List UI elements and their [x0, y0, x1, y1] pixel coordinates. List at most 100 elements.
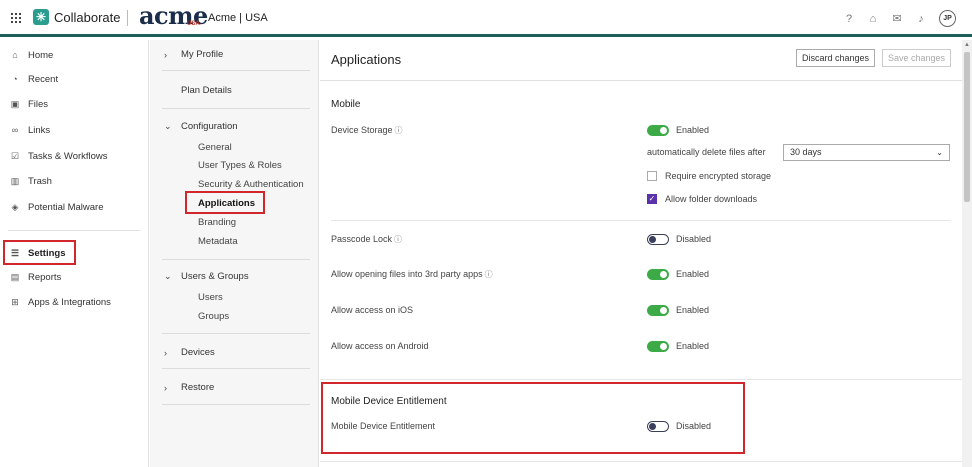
apps-icon: ⊞ [11, 297, 19, 307]
section-divider [320, 379, 962, 380]
nav-label: Home [28, 49, 54, 61]
toggle-knob [660, 343, 667, 350]
folder-icon: ▣ [10, 99, 20, 109]
subnav-my-profile[interactable]: › My Profile [164, 49, 223, 60]
save-changes-button[interactable]: Save changes [882, 49, 952, 67]
subnav-plan-details[interactable]: Plan Details [181, 85, 232, 96]
passcode-lock-toggle[interactable] [647, 234, 669, 245]
nav-item-reports[interactable]: ▤ Reports [9, 268, 62, 286]
subnav-divider [162, 368, 310, 369]
subnav-label: Devices [181, 347, 215, 358]
info-icon[interactable]: ⓘ [485, 270, 493, 279]
scrollbar[interactable]: ▲ [962, 40, 972, 467]
section-divider [320, 461, 962, 462]
applications-highlight-box [185, 191, 265, 214]
nav-label: Potential Malware [28, 201, 104, 213]
graduation-icon[interactable]: ⌂ [865, 11, 881, 27]
third-party-label: Allow opening files into 3rd party apps ⓘ [331, 269, 493, 280]
toggle-knob [660, 271, 667, 278]
third-party-toggle[interactable] [647, 269, 669, 280]
top-bar: ✳ Collaborate acme USA Acme | USA ? ⌂ ✉ … [0, 0, 972, 37]
settings-highlight-box [3, 240, 76, 265]
require-encrypted-label: Require encrypted storage [665, 171, 772, 181]
subnav-security[interactable]: Security & Authentication [198, 179, 304, 190]
subnav-user-types[interactable]: User Types & Roles [198, 160, 282, 171]
nav-label: Trash [28, 175, 52, 187]
org-name: Acme | USA [208, 12, 268, 24]
nav-item-tasks[interactable]: ☑ Tasks & Workflows [9, 147, 108, 165]
subnav-configuration[interactable]: ⌄ Configuration [164, 121, 238, 132]
subnav-divider [162, 404, 310, 405]
subnav-branding[interactable]: Branding [198, 217, 236, 228]
passcode-lock-label: Passcode Lock ⓘ [331, 234, 402, 245]
subnav-divider [162, 70, 310, 71]
ios-access-toggle[interactable] [647, 305, 669, 316]
subnav-general[interactable]: General [198, 142, 232, 153]
page-title: Applications [331, 52, 402, 67]
nav-label: Apps & Integrations [28, 296, 111, 308]
nav-item-links[interactable]: ∞ Links [9, 121, 50, 139]
scrollbar-thumb[interactable] [964, 52, 970, 202]
mde-highlight-box [321, 382, 745, 454]
subnav-label: Configuration [181, 121, 238, 132]
settings-subnav: › My Profile Plan Details ⌄ Configuration … [150, 40, 319, 467]
nav-item-apps[interactable]: ⊞ Apps & Integrations [9, 293, 111, 311]
app-name: Collaborate [54, 10, 121, 25]
subnav-divider [162, 108, 310, 109]
subnav-divider [162, 333, 310, 334]
subnav-groups[interactable]: Groups [198, 311, 229, 322]
android-access-label: Allow access on Android [331, 341, 429, 351]
nav-label: Files [28, 98, 49, 110]
discard-changes-button[interactable]: Discard changes [796, 49, 876, 67]
allow-folder-downloads-checkbox[interactable]: ✓ [647, 194, 657, 204]
android-access-toggle[interactable] [647, 341, 669, 352]
app-launcher-icon[interactable] [11, 13, 21, 23]
toggle-knob [649, 236, 656, 243]
passcode-lock-text: Passcode Lock [331, 234, 393, 244]
collaborate-logo-icon: ✳ [33, 9, 49, 25]
scroll-up-icon[interactable]: ▲ [964, 42, 970, 48]
subnav-label: Users & Groups [181, 271, 249, 282]
subnav-devices[interactable]: › Devices [164, 347, 215, 358]
chevron-down-icon: ⌄ [164, 271, 172, 281]
help-icon[interactable]: ? [841, 11, 857, 27]
ios-access-state: Enabled [676, 305, 710, 315]
third-party-state: Enabled [676, 269, 710, 279]
passcode-lock-state: Disabled [676, 234, 712, 244]
subnav-divider [162, 259, 310, 260]
brand-logo-sub: USA [187, 21, 200, 27]
nav-item-home[interactable]: ⌂ Home [9, 46, 53, 64]
toggle-knob [660, 307, 667, 314]
title-divider [320, 80, 962, 81]
nav-item-files[interactable]: ▣ Files [9, 95, 48, 113]
nav-item-recent[interactable]: ◔ Recent [9, 70, 58, 88]
subnav-users-groups[interactable]: ⌄ Users & Groups [164, 271, 249, 282]
megaphone-icon[interactable]: ✉ [889, 11, 905, 27]
device-storage-text: Device Storage [331, 125, 393, 135]
nav-label: Tasks & Workflows [28, 150, 108, 162]
subnav-metadata[interactable]: Metadata [198, 236, 238, 247]
device-storage-toggle[interactable] [647, 125, 669, 136]
info-icon[interactable]: ⓘ [394, 235, 402, 244]
row-divider [331, 220, 951, 221]
clipboard-icon: ☑ [10, 151, 20, 161]
chevron-down-icon: ⌄ [164, 121, 172, 131]
trash-icon: ▥ [10, 176, 20, 186]
nav-item-malware[interactable]: ◈ Potential Malware [9, 198, 104, 216]
subnav-users[interactable]: Users [198, 292, 223, 303]
nav-divider [8, 230, 140, 231]
report-icon: ▤ [10, 272, 20, 282]
nav-label: Recent [28, 73, 59, 85]
info-icon[interactable]: ⓘ [395, 126, 403, 135]
shield-icon: ◈ [11, 202, 19, 212]
subnav-restore[interactable]: › Restore [164, 382, 214, 393]
bell-icon[interactable]: ♪ [913, 11, 929, 27]
nav-item-trash[interactable]: ▥ Trash [9, 172, 52, 190]
toggle-knob [660, 127, 667, 134]
avatar[interactable]: JP [939, 10, 956, 27]
header-divider [127, 10, 128, 26]
subnav-label: My Profile [181, 49, 224, 60]
device-storage-label: Device Storage ⓘ [331, 125, 403, 136]
auto-delete-select[interactable]: 30 days ⌄ [783, 144, 950, 161]
require-encrypted-checkbox[interactable] [647, 171, 657, 181]
